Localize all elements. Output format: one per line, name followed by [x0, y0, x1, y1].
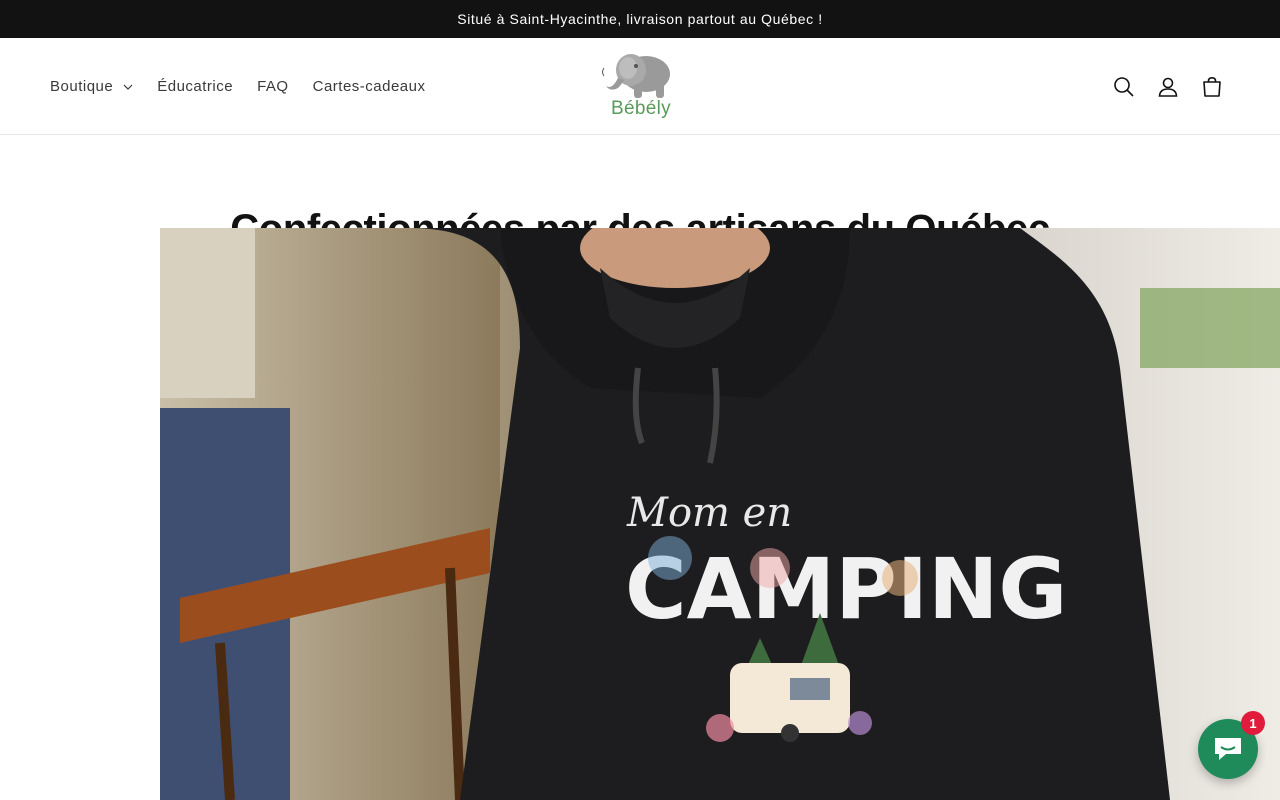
nav-item-cartes-cadeaux[interactable]: Cartes-cadeaux	[301, 67, 438, 107]
account-button[interactable]	[1146, 65, 1190, 109]
cart-button[interactable]	[1190, 65, 1234, 109]
nav-item-boutique[interactable]: Boutique	[38, 67, 145, 107]
search-icon	[1114, 76, 1134, 97]
chat-icon	[1215, 738, 1241, 760]
chevron-down-icon	[123, 84, 133, 90]
badge-count: 1	[1249, 715, 1257, 731]
hoodie-photo: Mom en CAMPING	[160, 228, 1280, 800]
cart-icon	[1203, 76, 1221, 97]
site-header: Boutique Éducatrice FAQ Cartes-cadeaux B…	[0, 38, 1280, 135]
account-icon	[1158, 77, 1178, 97]
main-nav: Boutique Éducatrice FAQ Cartes-cadeaux	[38, 38, 438, 135]
hero-image: Mom en CAMPING	[160, 228, 1280, 800]
nav-item-faq[interactable]: FAQ	[245, 67, 301, 107]
shirt-text-line1: Mom en	[626, 490, 792, 536]
nav-item-label: FAQ	[257, 78, 289, 95]
nav-item-educatrice[interactable]: Éducatrice	[145, 67, 245, 107]
nav-item-label: Éducatrice	[157, 78, 234, 95]
site-logo[interactable]: Bébély	[596, 46, 686, 128]
header-icons	[1102, 38, 1234, 135]
announcement-text: Situé à Saint-Hyacinthe, livraison parto…	[457, 11, 823, 27]
announcement-bar: Situé à Saint-Hyacinthe, livraison parto…	[0, 0, 1280, 38]
logo-text: Bébély	[611, 98, 671, 119]
search-button[interactable]	[1102, 65, 1146, 109]
elephant-logo-icon	[602, 54, 670, 98]
chat-notification-badge: 1	[1241, 711, 1265, 735]
nav-item-label: Boutique	[50, 78, 114, 95]
nav-item-label: Cartes-cadeaux	[312, 78, 426, 95]
